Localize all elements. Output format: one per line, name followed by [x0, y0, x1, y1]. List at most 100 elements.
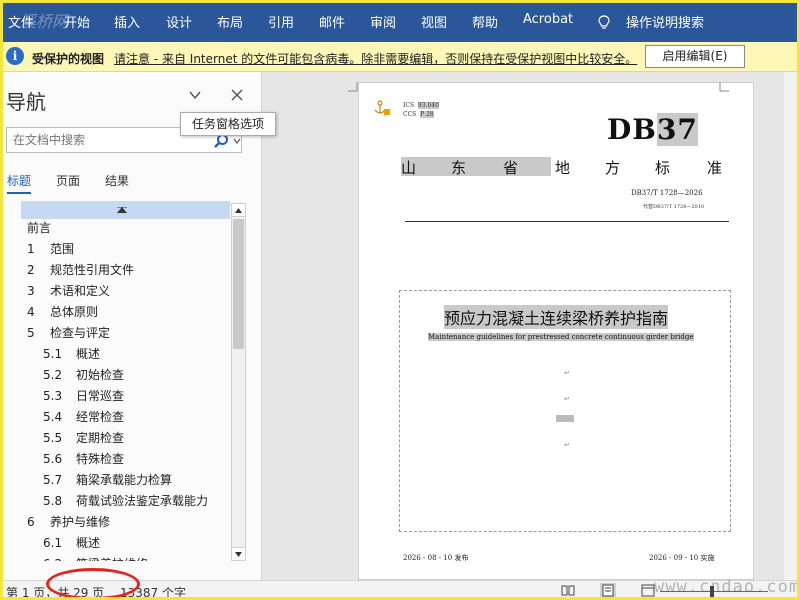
tab-pages[interactable]: 页面 [56, 172, 80, 189]
tab-home[interactable]: 开始 [64, 12, 90, 31]
document-page[interactable]: ICS 93.040 CCS P 28 DB37 山 东 省 地 方 标 准 D… [348, 82, 754, 580]
nav-heading-item[interactable]: 5.6 特殊检查 [21, 449, 231, 470]
scroll-thumb[interactable] [233, 219, 244, 349]
ics-ccs-block: ICS 93.040 CCS P 28 [403, 101, 439, 119]
nav-heading-label: 范围 [50, 242, 75, 256]
search-input[interactable] [13, 133, 203, 147]
nav-heading-label: 总体原则 [50, 305, 99, 319]
paragraph-mark: ↵ [564, 441, 570, 449]
nav-heading-item[interactable]: 5.3 日常巡查 [21, 386, 231, 407]
tab-insert[interactable]: 插入 [114, 12, 140, 31]
db-number: 37 [656, 113, 698, 146]
implementation-date: 2026 - 09 - 10 实施 [649, 554, 715, 562]
print-layout-icon[interactable] [600, 583, 616, 598]
tab-mailings[interactable]: 邮件 [319, 12, 345, 31]
province-char: 省 [503, 159, 519, 177]
scroll-down-button[interactable] [232, 547, 245, 560]
protected-view-title: 受保护的视图 [32, 52, 105, 66]
nav-pane-title: 导航 [6, 90, 46, 114]
ics-code: 93.040 [417, 102, 439, 109]
province-char: 山 [401, 159, 417, 177]
tab-file[interactable]: 文件 [8, 12, 34, 31]
tab-results[interactable]: 结果 [105, 172, 129, 189]
tab-references[interactable]: 引用 [268, 12, 294, 31]
db-prefix: DB [607, 113, 657, 146]
nav-heading-item[interactable]: 5.2 初始检查 [21, 365, 231, 386]
read-mode-icon[interactable] [560, 583, 576, 598]
nav-heading-item[interactable]: 3 术语和定义 [21, 281, 231, 302]
crop-mark [719, 82, 729, 92]
document-scrollbar[interactable] [784, 72, 800, 580]
collapse-bar[interactable] [21, 201, 230, 219]
nav-heading-label: 概述 [76, 536, 101, 550]
nav-heading-item[interactable]: 4 总体原则 [21, 302, 231, 323]
nav-heading-item[interactable]: 6 养护与维修 [21, 512, 231, 533]
task-pane-options-tooltip: 任务窗格选项 [180, 112, 276, 136]
standard-number: DB37/T 1728—2026 [631, 189, 703, 197]
ccs-label: CCS [403, 111, 417, 118]
tab-design[interactable]: 设计 [166, 12, 192, 31]
anchor-icon [374, 100, 390, 115]
nav-heading-number: 1 [27, 242, 35, 256]
nav-heading-label: 日常巡查 [76, 389, 125, 403]
ics-label: ICS [403, 102, 415, 109]
site-watermark: www.cndao.com [654, 577, 800, 597]
tab-review[interactable]: 审阅 [370, 12, 396, 31]
close-icon[interactable] [230, 88, 244, 102]
nav-heading-item[interactable]: 前言 [21, 218, 231, 239]
province-char: 地 [555, 159, 571, 177]
info-icon: i [6, 47, 24, 65]
zoom-slider-thumb[interactable] [710, 586, 714, 597]
nav-heading-item[interactable]: 5.8 荷载试验法鉴定承载能力 [21, 491, 231, 512]
tab-acrobat[interactable]: Acrobat [523, 12, 573, 27]
province-char: 准 [707, 159, 723, 177]
zoom-slider[interactable] [660, 591, 768, 592]
arrow-up-icon [235, 208, 242, 213]
nav-heading-number: 3 [27, 284, 35, 298]
lightbulb-icon[interactable] [598, 15, 610, 31]
nav-heading-item[interactable]: 1 范围 [21, 239, 231, 260]
chevron-down-icon[interactable] [233, 137, 241, 145]
tab-layout[interactable]: 布局 [217, 12, 243, 31]
nav-heading-number: 5.3 [43, 389, 63, 403]
nav-heading-label: 养护与维修 [50, 515, 111, 529]
nav-heading-item[interactable]: 5.1 概述 [21, 344, 231, 365]
nav-heading-item[interactable]: 6.1 概述 [21, 533, 231, 554]
scroll-up-button[interactable] [232, 204, 245, 217]
nav-heading-label: 检查与评定 [50, 326, 111, 340]
english-title: Maintenance guidelines for prestressed c… [428, 333, 694, 341]
tell-me-search[interactable]: 操作说明搜索 [626, 12, 704, 31]
enable-editing-button[interactable]: 启用编辑(E) [645, 45, 745, 68]
nav-heading-number: 5.4 [43, 410, 63, 424]
nav-heading-label: 定期检查 [76, 431, 125, 445]
nav-scrollbar[interactable] [231, 203, 246, 561]
tab-help[interactable]: 帮助 [472, 12, 498, 31]
nav-heading-item[interactable]: 6.2 箱梁养护维修 [21, 554, 231, 561]
nav-heading-number: 4 [27, 305, 35, 319]
nav-heading-label: 特殊检查 [76, 452, 125, 466]
paragraph-mark: ↵ [564, 395, 570, 403]
nav-heading-label: 概述 [76, 347, 101, 361]
navigation-pane: 导航 标题 页面 结果 前言 1 范围 2 规范性引用文件 3 术语和定义 4 总体原则 5 检查与… [0, 72, 262, 580]
ccs-code: P 28 [420, 111, 434, 118]
nav-heading-item[interactable]: 5.4 经常检查 [21, 407, 231, 428]
nav-heading-number: 6.1 [43, 536, 63, 550]
issue-date: 2026 - 08 - 10 发布 [403, 554, 469, 562]
annotation-circle [46, 568, 140, 600]
nav-heading-item[interactable]: 5 检查与评定 [21, 323, 231, 344]
nav-heading-number: 6.2 [43, 554, 62, 561]
nav-heading-item[interactable]: 5.5 定期检查 [21, 428, 231, 449]
nav-heading-item[interactable]: 5.7 箱梁承载能力检算 [21, 470, 231, 491]
protected-view-message[interactable]: 请注意 - 来自 Internet 的文件可能包含病毒。除非需要编辑，否则保持在… [114, 50, 637, 67]
web-layout-icon[interactable] [640, 583, 656, 598]
nav-heading-label: 术语和定义 [50, 284, 111, 298]
chevron-down-icon[interactable] [188, 88, 202, 102]
nav-heading-item[interactable]: 2 规范性引用文件 [21, 260, 231, 281]
tab-headings[interactable]: 标题 [7, 172, 32, 194]
ribbon: 溪桥网 文件 开始 插入 设计 布局 引用 邮件 审阅 视图 帮助 Acroba… [0, 0, 800, 42]
nav-heading-label: 荷载试验法鉴定承载能力 [76, 494, 209, 508]
divider [405, 221, 729, 222]
crop-mark [348, 82, 358, 92]
province-char: 方 [605, 159, 621, 177]
tab-view[interactable]: 视图 [421, 12, 447, 31]
